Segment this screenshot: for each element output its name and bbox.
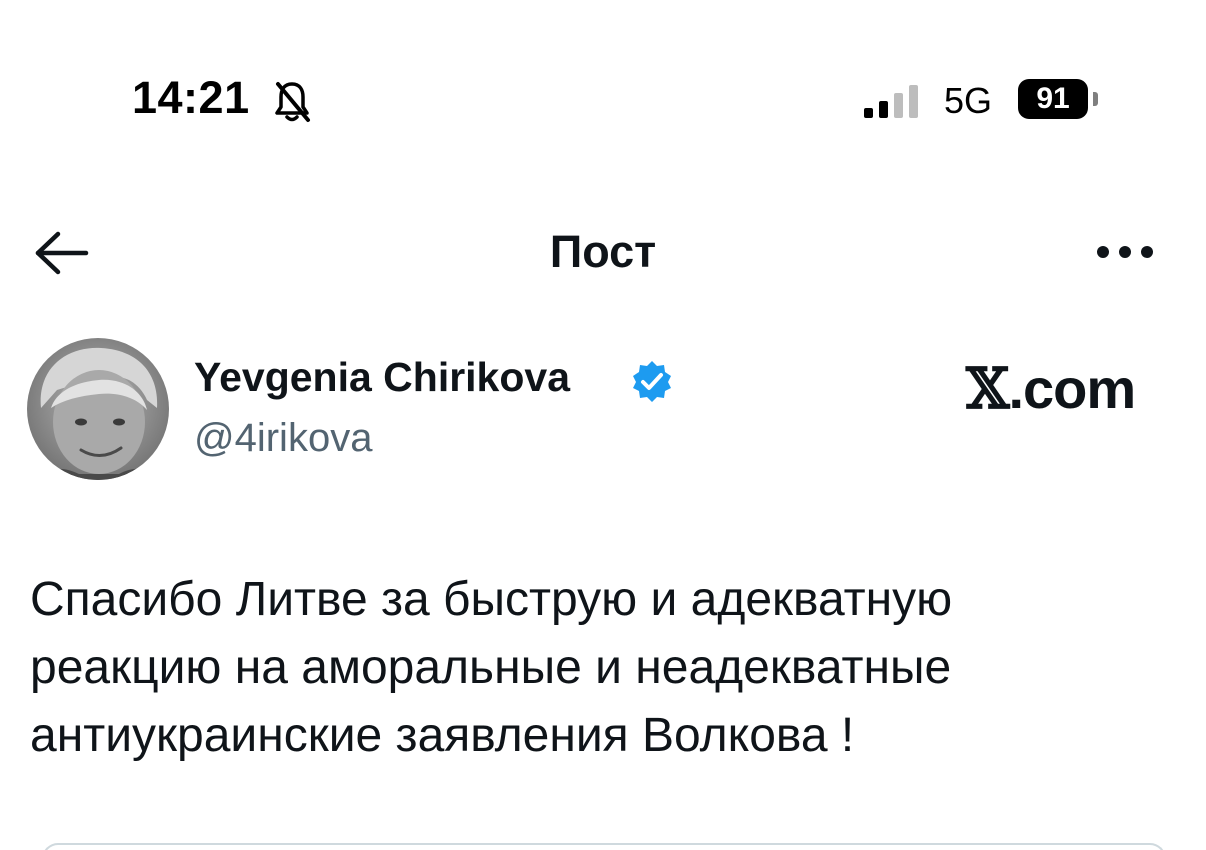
watermark-domain: .com: [1008, 357, 1136, 420]
tweet-line: реакцию на аморальные и неадекватные: [30, 641, 952, 694]
avatar-photo: [27, 338, 169, 480]
author-name[interactable]: Yevgenia Chirikova: [194, 354, 570, 401]
screen: 14:21 5G 91 Пост Yevgenia Chirikova @4ir…: [0, 0, 1206, 850]
page-title: Пост: [549, 226, 657, 277]
x-com-watermark: 𝕏.com: [966, 356, 1136, 422]
x-logo-letter: 𝕏: [966, 356, 1009, 422]
tweet-line: Спасибо Литве за быструю и адекватную: [30, 573, 953, 626]
battery-icon: 91: [1018, 79, 1102, 119]
avatar[interactable]: [27, 338, 169, 480]
signal-icon: [864, 85, 918, 118]
author-handle[interactable]: @4irikova: [194, 416, 372, 461]
verified-icon: [633, 361, 671, 402]
more-icon[interactable]: [1094, 242, 1156, 262]
network-type: 5G: [944, 80, 993, 121]
bell-off-icon: [275, 82, 310, 122]
battery-level: 91: [1018, 79, 1088, 119]
battery-tip: [1093, 92, 1098, 106]
media-card-edge: [42, 843, 1166, 850]
tweet-text: Спасибо Литве за быструю и адекватную ре…: [30, 566, 1170, 770]
tweet-line: антиукраинские заявления Волкова !: [30, 709, 855, 762]
status-time: 14:21: [132, 72, 250, 123]
